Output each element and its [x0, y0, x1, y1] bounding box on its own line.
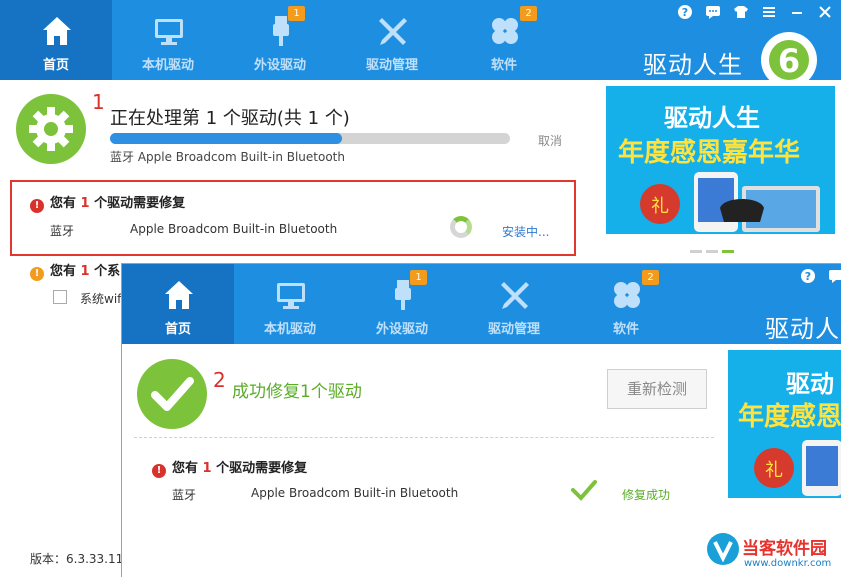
tab-local-drivers-label: 本机驱动 — [141, 58, 194, 73]
tools-icon — [379, 18, 407, 45]
step-marker-2: 2 — [213, 368, 226, 392]
tab-driver-management-label: 驱动管理 — [365, 58, 418, 73]
monitor-icon — [155, 19, 183, 45]
processing-device: 蓝牙 Apple Broadcom Built-in Bluetooth — [110, 150, 345, 164]
tab-peripheral-drivers-label: 外设驱动 — [253, 58, 306, 73]
top-nav-bar-2: 首页 本机驱动 1 外设驱动 驱动管理 2 软件 ? 驱动人 — [122, 264, 841, 344]
success-check-icon — [571, 480, 597, 501]
tab-home-label: 首页 — [42, 58, 69, 73]
home-icon — [43, 17, 71, 45]
brand-name: 驱动人生 — [643, 51, 743, 79]
success-badge — [137, 359, 207, 429]
promo-carousel-dots[interactable] — [690, 242, 738, 256]
help-icon[interactable]: ? — [676, 4, 694, 22]
warning-icon: ! — [30, 267, 44, 281]
tab-peripheral-drivers[interactable]: 1 外设驱动 — [224, 0, 336, 80]
processing-gear-badge — [16, 94, 86, 164]
apps-icon — [614, 282, 640, 308]
processing-title: 正在处理第 1 个驱动(共 1 个) — [110, 108, 350, 129]
tab-home-label-2: 首页 — [164, 322, 191, 337]
install-status: 安装中... — [502, 225, 550, 239]
success-title: 成功修复1个驱动 — [232, 382, 362, 402]
skin-icon[interactable] — [732, 4, 750, 22]
tab-driver-management[interactable]: 驱动管理 — [336, 0, 448, 80]
device-type: 蓝牙 — [50, 224, 75, 238]
tab-peripheral-drivers-2[interactable]: 1 外设驱动 — [346, 264, 458, 344]
tab-software-label: 软件 — [490, 58, 517, 73]
promo-title-2: 驱动 — [786, 370, 834, 398]
watermark-logo-icon — [707, 533, 739, 565]
tab-peripheral-drivers-label-2: 外设驱动 — [375, 322, 428, 337]
watermark-url: www.downkr.com — [744, 558, 832, 569]
alert-icon: ! — [152, 464, 166, 478]
recheck-button[interactable]: 重新检测 — [607, 369, 707, 409]
cancel-button[interactable]: 取消 — [538, 132, 562, 149]
promo-banner[interactable]: 驱动人生 年度感恩嘉年华 礼 — [606, 86, 835, 234]
result-window: 首页 本机驱动 1 外设驱动 驱动管理 2 软件 ? 驱动人 2 成功修复1个驱… — [121, 263, 841, 577]
apps-icon — [492, 18, 518, 44]
promo-banner-2[interactable]: 驱动 年度感恩 礼 — [728, 350, 841, 498]
divider — [134, 437, 714, 438]
tab-software-2[interactable]: 2 软件 — [570, 264, 682, 344]
promo-products-image: 礼 — [640, 172, 820, 232]
feedback-icon[interactable] — [704, 4, 722, 22]
peripheral-badge-2: 1 — [410, 270, 427, 285]
brand-name-2: 驱动人 — [765, 315, 840, 343]
tab-software-label-2: 软件 — [612, 322, 639, 337]
tab-local-drivers[interactable]: 本机驱动 — [112, 0, 224, 80]
svg-text:礼: 礼 — [651, 196, 669, 217]
install-progress-fill — [110, 133, 342, 144]
menu-icon[interactable] — [760, 4, 778, 22]
device-name-2: Apple Broadcom Built-in Bluetooth — [251, 486, 459, 500]
tab-home[interactable]: 首页 — [0, 0, 112, 80]
top-nav-bar: 首页 本机驱动 1 外设驱动 驱动管理 2 软件 ? 驱动人生 6 — [0, 0, 841, 80]
logo-icon: 6 — [761, 32, 817, 80]
system-item-name: 系统wifi — [80, 292, 125, 306]
monitor-icon — [277, 283, 305, 309]
site-watermark: 当客软件园 www.downkr.com — [704, 526, 841, 577]
system-item-checkbox[interactable] — [53, 290, 67, 304]
checkmark-icon — [151, 377, 194, 411]
gear-icon — [29, 107, 73, 151]
svg-text:6: 6 — [778, 42, 800, 80]
version-label: 版本：6.3.33.118 — [30, 552, 131, 566]
help-icon[interactable]: ? — [799, 268, 817, 286]
tab-local-drivers-label-2: 本机驱动 — [263, 322, 316, 337]
feedback-icon[interactable] — [827, 268, 841, 286]
tab-driver-management-2[interactable]: 驱动管理 — [458, 264, 570, 344]
install-progress-bar — [110, 133, 510, 144]
tab-local-drivers-2[interactable]: 本机驱动 — [234, 264, 346, 344]
home-icon — [165, 281, 193, 309]
software-badge-2: 2 — [642, 270, 659, 285]
tools-icon — [501, 282, 529, 309]
promo-subtitle-2: 年度感恩 — [738, 402, 841, 432]
repair-status: 修复成功 — [622, 488, 671, 502]
minimize-icon[interactable] — [788, 4, 806, 22]
peripheral-badge: 1 — [288, 6, 305, 21]
alert-icon: ! — [30, 199, 44, 213]
promo-title: 驱动人生 — [664, 104, 760, 132]
tab-home-2[interactable]: 首页 — [122, 264, 234, 344]
watermark-title: 当客软件园 — [742, 539, 827, 559]
device-name: Apple Broadcom Built-in Bluetooth — [130, 222, 338, 236]
repair-alert: ! 您有 1 个驱动需要修复 — [30, 192, 185, 213]
tab-software[interactable]: 2 软件 — [448, 0, 560, 80]
close-icon[interactable] — [816, 4, 834, 22]
svg-text:礼: 礼 — [765, 460, 783, 481]
system-alert: ! 您有 1 个系 — [30, 260, 120, 281]
svg-text:?: ? — [805, 270, 811, 283]
loading-spinner-icon — [450, 216, 472, 238]
promo-products-image: 礼 — [754, 440, 841, 496]
step-marker-1: 1 — [92, 90, 105, 114]
device-type-2: 蓝牙 — [172, 488, 197, 502]
repair-alert-2: ! 您有 1 个驱动需要修复 — [152, 457, 307, 478]
software-badge: 2 — [520, 6, 537, 21]
tab-driver-management-label-2: 驱动管理 — [487, 322, 540, 337]
promo-subtitle: 年度感恩嘉年华 — [618, 138, 801, 168]
svg-text:?: ? — [682, 6, 688, 19]
